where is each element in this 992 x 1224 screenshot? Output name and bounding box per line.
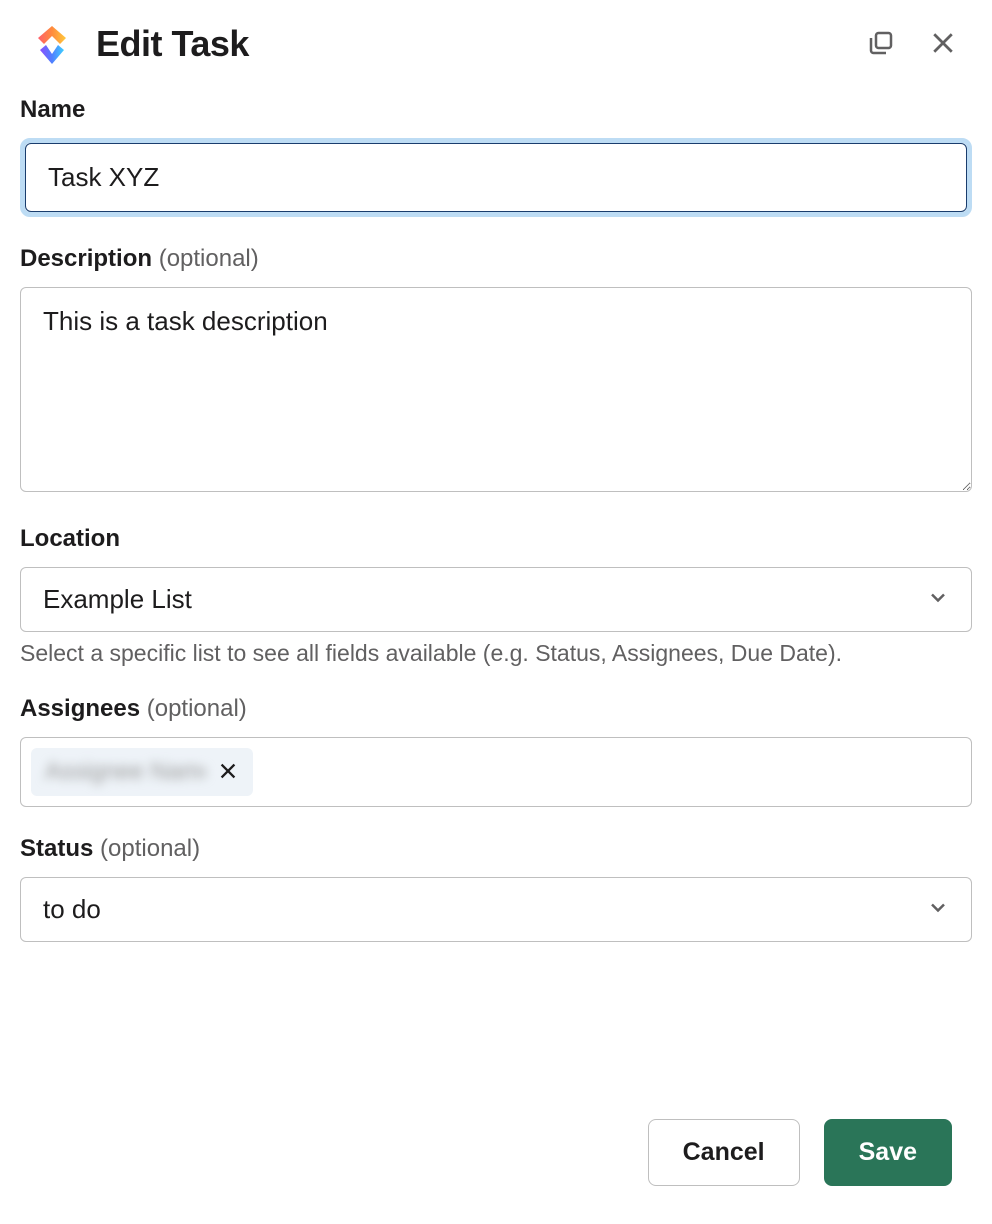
status-field-group: Status (optional) to do: [20, 835, 972, 942]
location-help-text: Select a specific list to see all fields…: [20, 640, 972, 667]
location-field-group: Location Example List Select a specific …: [20, 525, 972, 667]
assignee-chip-text: Assignee Name: [45, 758, 205, 786]
status-select[interactable]: to do: [20, 877, 972, 942]
close-icon: [928, 28, 958, 61]
status-optional: (optional): [100, 835, 200, 862]
name-input-focus-ring: [20, 138, 972, 217]
close-button[interactable]: [924, 24, 962, 65]
name-input[interactable]: [25, 143, 967, 212]
modal-title: Edit Task: [96, 23, 840, 65]
close-icon: [217, 760, 239, 785]
description-textarea[interactable]: This is a task description: [20, 287, 972, 492]
name-field-group: Name: [20, 96, 972, 217]
status-label: Status (optional): [20, 835, 972, 863]
expand-icon: [866, 28, 896, 61]
assignees-field-group: Assignees (optional) Assignee Name: [20, 695, 972, 807]
assignees-label-text: Assignees: [20, 695, 140, 722]
header-actions: [862, 24, 962, 65]
assignee-chip: Assignee Name: [31, 748, 253, 796]
location-label: Location: [20, 525, 972, 553]
modal-header: Edit Task: [0, 0, 992, 86]
assignees-label: Assignees (optional): [20, 695, 972, 723]
edit-task-modal: Edit Task N: [0, 0, 992, 1224]
description-label: Description (optional): [20, 245, 972, 273]
description-field-group: Description (optional) This is a task de…: [20, 245, 972, 497]
save-button[interactable]: Save: [824, 1119, 952, 1186]
status-label-text: Status: [20, 835, 93, 862]
expand-button[interactable]: [862, 24, 900, 65]
clickup-logo-icon: [30, 22, 74, 66]
assignees-input[interactable]: Assignee Name: [20, 737, 972, 807]
description-optional: (optional): [159, 245, 259, 272]
cancel-button[interactable]: Cancel: [648, 1119, 800, 1186]
modal-content: Name Description (optional) This is a ta…: [0, 86, 992, 1091]
name-label: Name: [20, 96, 972, 124]
status-select-wrap: to do: [20, 877, 972, 942]
location-select[interactable]: Example List: [20, 567, 972, 632]
assignees-optional: (optional): [147, 695, 247, 722]
location-select-wrap: Example List: [20, 567, 972, 632]
modal-footer: Cancel Save: [0, 1091, 992, 1224]
description-label-text: Description: [20, 245, 152, 272]
assignee-chip-remove-button[interactable]: [217, 760, 239, 785]
